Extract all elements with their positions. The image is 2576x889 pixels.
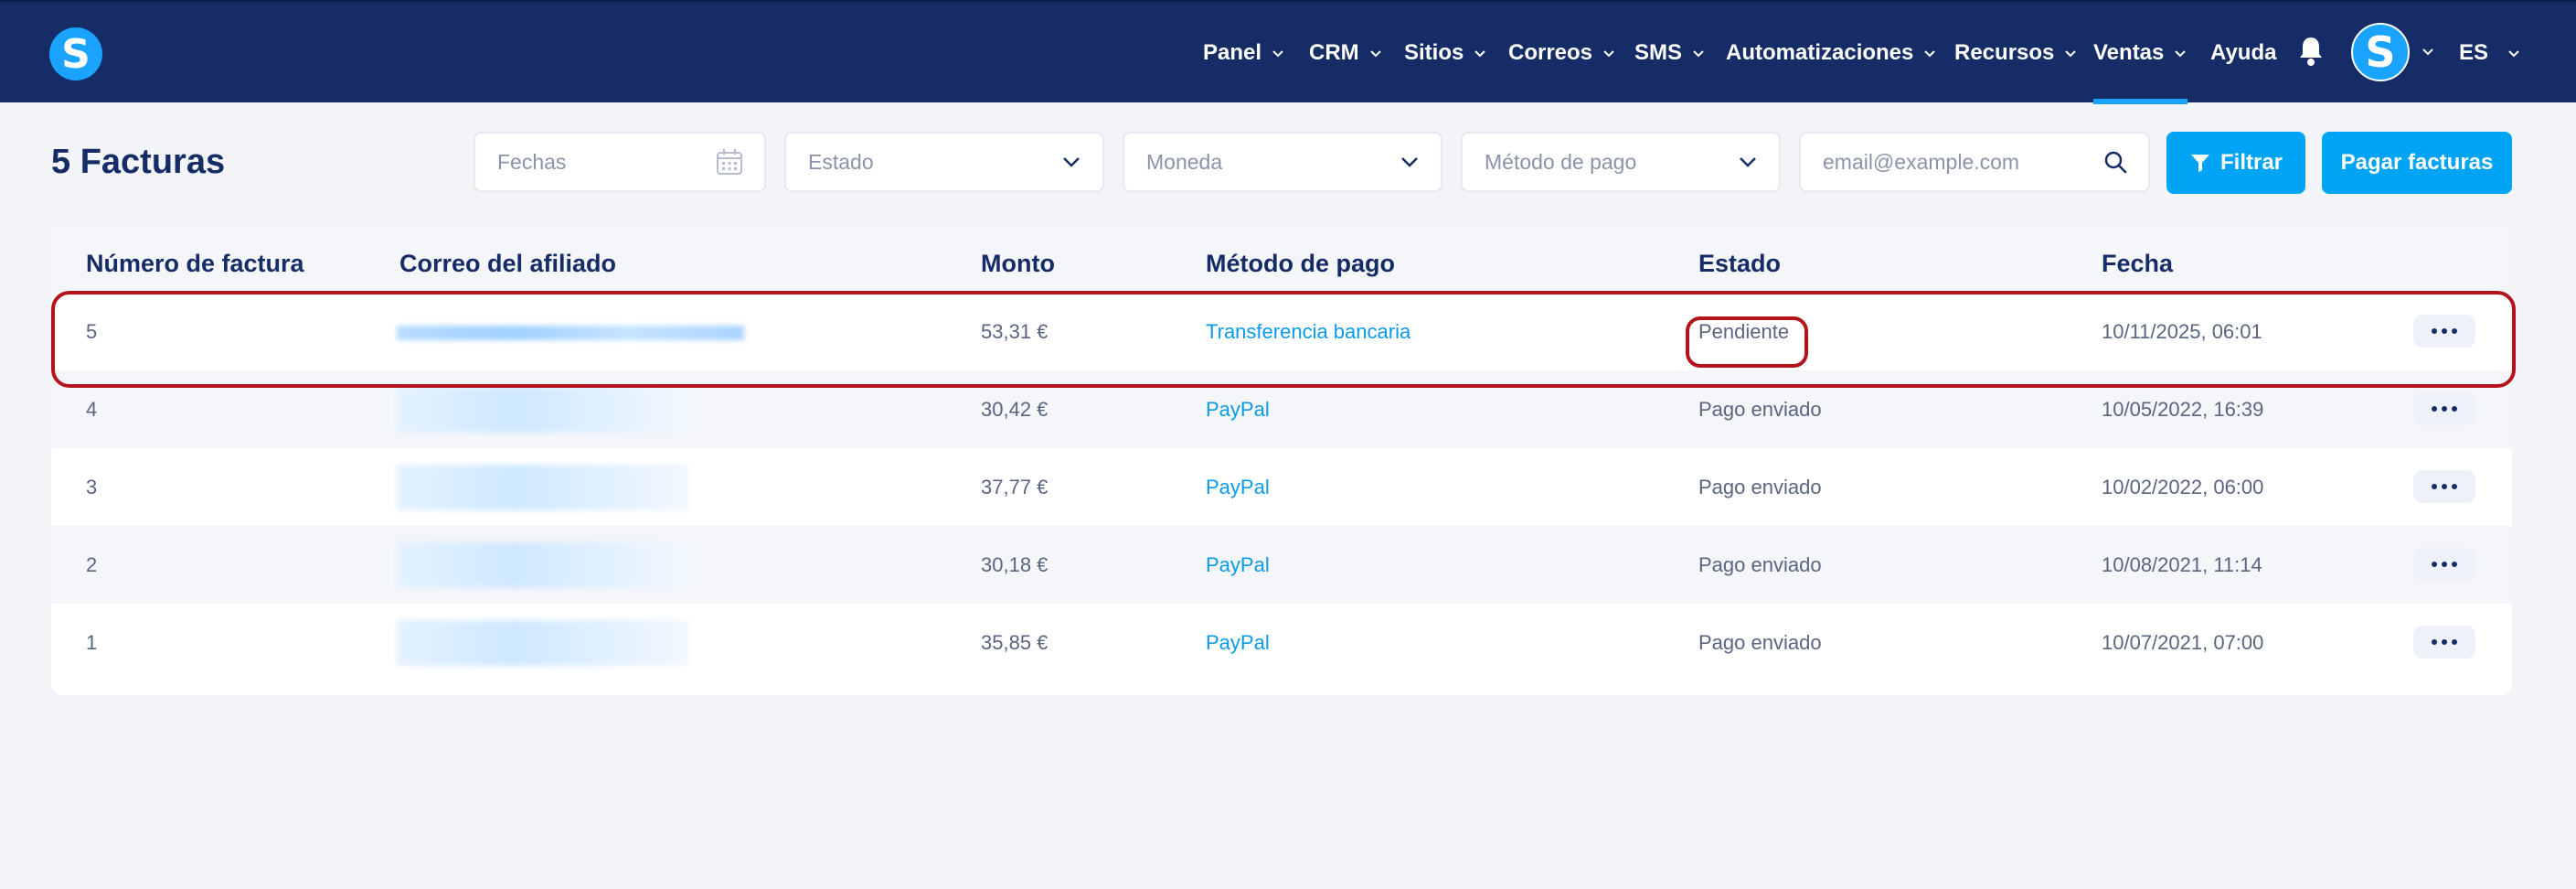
table-row[interactable]: 3 37,77 € PayPal Pago enviado 10/02/2022… (51, 448, 2512, 526)
invoice-number: 3 (86, 476, 98, 498)
highlight-row-outline (51, 291, 2516, 388)
status-badge: Pago enviado (1698, 631, 1822, 654)
status-select[interactable]: Estado (784, 132, 1104, 192)
nav-item-crm[interactable]: CRM (1309, 2, 1383, 104)
nav-item-sitios[interactable]: Sitios (1404, 2, 1487, 104)
status-badge: Pago enviado (1698, 476, 1822, 498)
chevron-down-icon (1063, 157, 1080, 167)
nav-item-recursos[interactable]: Recursos (1954, 2, 2078, 104)
more-actions-button[interactable] (2413, 626, 2475, 659)
nav-item-automatizaciones[interactable]: Automatizaciones (1726, 2, 1937, 104)
redacted-email (397, 620, 689, 666)
payment-method-placeholder: Método de pago (1485, 149, 1637, 174)
more-actions-button[interactable] (2413, 392, 2475, 425)
nav-item-sms[interactable]: SMS (1634, 2, 1706, 104)
pay-invoices-button[interactable]: Pagar facturas (2322, 132, 2512, 194)
payment-method-select[interactable]: Método de pago (1461, 132, 1781, 192)
invoice-amount: 35,85 € (981, 631, 1048, 654)
nav-item-label: Correos (1508, 40, 1593, 65)
nav-item-label: Sitios (1404, 40, 1464, 65)
redacted-email (397, 542, 689, 588)
invoice-amount: 37,77 € (981, 476, 1048, 498)
payment-method-link[interactable]: PayPal (1206, 604, 1270, 681)
bell-icon[interactable] (2296, 35, 2326, 68)
chevron-down-icon (1693, 50, 1704, 58)
invoice-date: 10/08/2021, 11:14 (2102, 553, 2262, 576)
redacted-email (397, 387, 689, 433)
table-row[interactable]: 2 30,18 € PayPal Pago enviado 10/08/2021… (51, 526, 2512, 604)
language-selector[interactable]: ES (2459, 2, 2521, 104)
table-row[interactable]: 1 35,85 € PayPal Pago enviado 10/07/2021… (51, 604, 2512, 681)
chevron-down-icon (1369, 50, 1381, 58)
page-title: 5 Facturas (51, 143, 226, 181)
redacted-email (397, 465, 689, 510)
chevron-down-icon (1924, 50, 1936, 58)
filter-button[interactable]: Filtrar (2166, 132, 2305, 194)
nav-item-label: Ayuda (2210, 40, 2277, 65)
nav-item-label: Recursos (1954, 40, 2055, 65)
invoice-date: 10/07/2021, 07:00 (2102, 631, 2264, 654)
calendar-icon (717, 149, 742, 175)
email-search-input[interactable]: email@example.com (1799, 132, 2150, 192)
payment-method-link[interactable]: PayPal (1206, 448, 1270, 526)
chevron-down-icon (2175, 50, 2187, 58)
language-label: ES (2459, 40, 2489, 65)
pay-invoices-label: Pagar facturas (2340, 150, 2494, 175)
nav-item-panel[interactable]: Panel (1203, 2, 1285, 104)
chevron-down-icon (2065, 50, 2077, 58)
invoice-number: 1 (86, 631, 98, 654)
more-actions-button[interactable] (2413, 470, 2475, 503)
nav-item-label: CRM (1309, 40, 1359, 65)
currency-placeholder: Moneda (1146, 149, 1223, 174)
nav-item-label: SMS (1634, 40, 1683, 65)
nav-item-ayuda[interactable]: Ayuda (2210, 2, 2276, 104)
chevron-down-icon (2508, 50, 2519, 58)
chevron-down-icon (1272, 50, 1283, 58)
email-placeholder: email@example.com (1823, 149, 2020, 174)
more-actions-button[interactable] (2413, 548, 2475, 581)
status-placeholder: Estado (808, 149, 874, 174)
nav-item-correos[interactable]: Correos (1508, 2, 1616, 104)
dates-filter-field[interactable]: Fechas (474, 132, 766, 192)
status-badge: Pago enviado (1698, 553, 1822, 576)
search-icon[interactable] (2102, 149, 2128, 175)
invoice-date: 10/02/2022, 06:00 (2102, 476, 2264, 498)
chevron-down-icon (1740, 157, 1756, 167)
payment-method-link[interactable]: PayPal (1206, 526, 1270, 604)
invoice-number: 2 (86, 553, 98, 576)
filter-icon (2190, 155, 2209, 172)
nav-item-ventas[interactable]: Ventas (2093, 2, 2188, 104)
user-avatar[interactable]: S (2351, 23, 2410, 81)
nav-item-label: Ventas (2093, 40, 2165, 65)
top-navigation-bar: S Panel CRM Sitios Correos SMS Automatiz… (0, 0, 2576, 104)
filter-button-label: Filtrar (2219, 150, 2283, 175)
invoice-amount: 30,18 € (981, 553, 1048, 576)
chevron-down-icon (1603, 50, 1614, 58)
chevron-down-icon (1401, 157, 1418, 167)
nav-item-label: Panel (1203, 40, 1262, 65)
chevron-down-icon[interactable] (2421, 44, 2435, 59)
app-logo[interactable]: S (49, 27, 102, 80)
nav-item-label: Automatizaciones (1726, 40, 1914, 65)
currency-select[interactable]: Moneda (1123, 132, 1442, 192)
dates-placeholder: Fechas (497, 149, 567, 174)
chevron-down-icon (1474, 50, 1486, 58)
highlight-status-outline (1686, 316, 1808, 368)
